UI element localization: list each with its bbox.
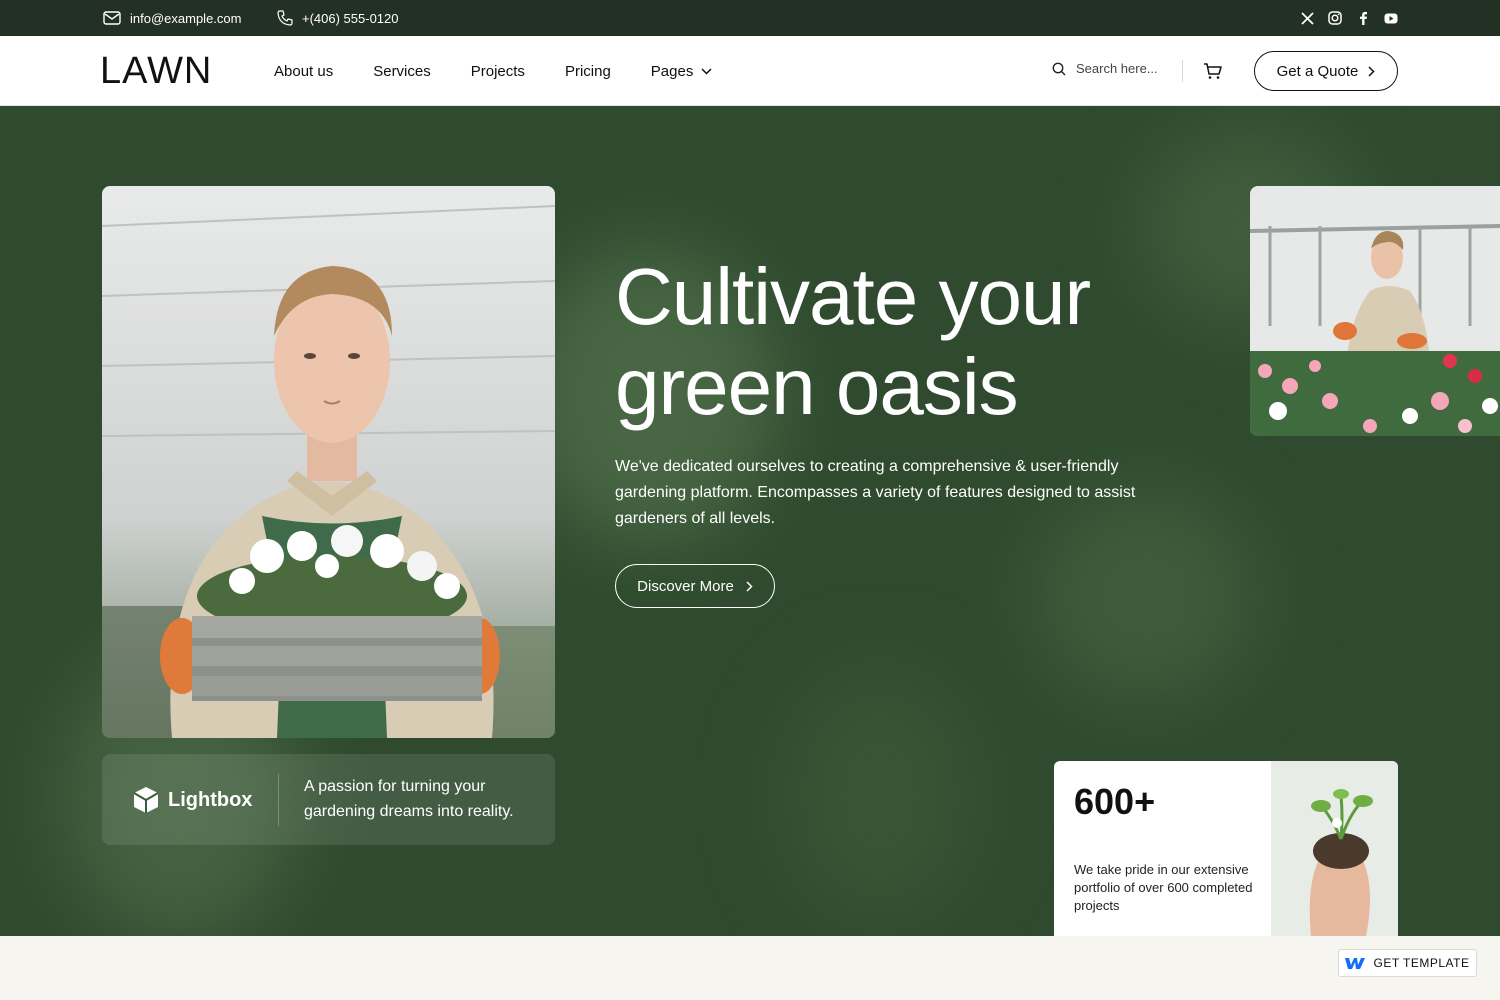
main-header: LAWN About us Services Projects Pricing … [0, 36, 1500, 106]
nav-item-services[interactable]: Services [373, 63, 431, 80]
nav-label: Services [373, 62, 431, 80]
phone-text: +(406) 555-0120 [302, 10, 399, 26]
lightbox-logo: Lightbox [132, 785, 252, 815]
x-icon[interactable] [1300, 11, 1314, 25]
get-template-button[interactable]: GET TEMPLATE [1338, 949, 1477, 977]
stat-description: We take pride in our extensive portfolio… [1074, 862, 1253, 913]
instagram-icon[interactable] [1328, 11, 1342, 25]
quote-label: Get a Quote [1276, 62, 1359, 80]
nav-item-about[interactable]: About us [274, 63, 333, 80]
nav-label: About us [274, 62, 334, 80]
phone-icon [277, 10, 293, 26]
gardener-photo [102, 186, 555, 738]
phone-contact[interactable]: +(406) 555-0120 [277, 0, 399, 36]
brand-card: Lightbox A passion for turning your gard… [102, 754, 555, 845]
hero-title: Cultivate your green oasis [615, 252, 1091, 431]
email-contact[interactable]: info@example.com [103, 0, 241, 36]
search-box[interactable]: Search here... [1052, 61, 1158, 76]
hero-subtitle: We've dedicated ourselves to creating a … [615, 458, 1136, 527]
search-placeholder: Search here... [1076, 61, 1158, 76]
youtube-icon[interactable] [1384, 11, 1398, 25]
email-text: info@example.com [130, 10, 242, 26]
nav-label: Pricing [564, 62, 611, 80]
get-template-label: GET TEMPLATE [1373, 956, 1470, 970]
site-logo[interactable]: LAWN [100, 52, 212, 90]
facebook-icon[interactable] [1356, 11, 1370, 25]
cart-button[interactable] [1203, 62, 1223, 80]
cart-icon [1204, 63, 1222, 79]
top-bar: info@example.com +(406) 555-0120 [0, 0, 1500, 36]
greenhouse-photo [1250, 186, 1500, 436]
brand-tagline: A passion for turning your gardening dre… [304, 778, 514, 820]
get-quote-button[interactable]: Get a Quote [1254, 51, 1398, 91]
background-glow [780, 666, 980, 926]
stat-number: 600+ [1074, 781, 1156, 822]
nav-label: Pages [650, 62, 694, 80]
stat-card: 600+ We take pride in our extensive port… [1054, 761, 1398, 936]
discover-more-button[interactable]: Discover More [615, 564, 775, 608]
nav-item-projects[interactable]: Projects [471, 63, 525, 80]
chevron-down-icon [701, 67, 712, 75]
brand-name: Lightbox [168, 788, 253, 811]
mail-icon [103, 11, 121, 25]
main-nav: About us Services Projects Pricing Pages [274, 36, 752, 106]
social-links [1300, 0, 1398, 36]
seedling-photo [1271, 761, 1398, 936]
discover-label: Discover More [637, 577, 734, 595]
header-divider [1182, 60, 1183, 82]
search-icon [1052, 62, 1066, 75]
hero-section: Lightbox A passion for turning your gard… [0, 106, 1500, 936]
cube-icon [133, 787, 159, 813]
brand-divider [278, 774, 279, 826]
webflow-icon [1345, 957, 1366, 969]
chevron-right-icon [1368, 65, 1375, 77]
chevron-right-icon [746, 580, 753, 592]
nav-item-pages[interactable]: Pages [651, 63, 713, 80]
nav-item-pricing[interactable]: Pricing [565, 63, 611, 80]
nav-label: Projects [470, 62, 525, 80]
